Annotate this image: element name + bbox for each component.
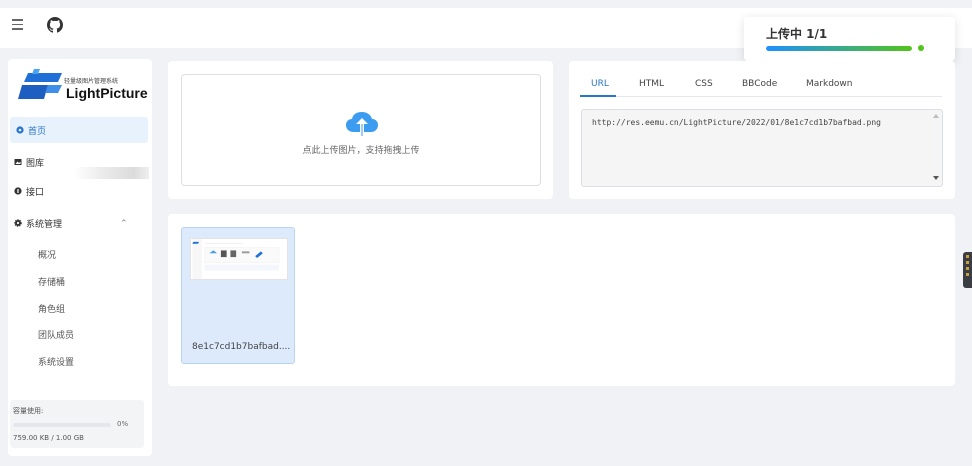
tab-markdown[interactable]: Markdown <box>806 79 852 89</box>
chevron-up-icon[interactable]: ⌃ <box>120 219 128 229</box>
api-icon <box>14 187 22 195</box>
scroll-up-arrow-icon[interactable] <box>933 114 939 118</box>
upload-success-dot <box>918 45 924 51</box>
logo-subtitle: 轻量级图片管理系统 <box>64 78 119 85</box>
sidebar-item-label: 系统管理 <box>26 219 63 230</box>
image-card-name: 8e1c7cd1b7bafbad.... <box>192 342 291 352</box>
storage-used: 759.00 KB / 1.00 GB <box>13 434 84 442</box>
github-icon[interactable] <box>47 17 63 33</box>
sidebar-item-label: 首页 <box>28 126 47 137</box>
sidebar-subitem-overview[interactable]: 概况 <box>38 248 56 261</box>
logo-name: LightPicture <box>66 85 148 101</box>
image-thumbnail <box>190 238 288 280</box>
sidebar-subitem-buckets[interactable]: 存储桶 <box>38 275 65 288</box>
image-icon <box>14 159 22 165</box>
side-panel-handle[interactable] <box>963 252 972 288</box>
sidebar: 轻量级图片管理系统 LightPicture 首页 图库 接口 系统管理 ⌃ 概… <box>8 59 152 456</box>
tab-css[interactable]: CSS <box>695 79 713 89</box>
upload-progress-title: 上传中 1/1 <box>766 27 828 41</box>
link-format-tabs: URL HTML CSS BBCode Markdown <box>580 79 942 97</box>
storage-usage: 容量使用: 0% 759.00 KB / 1.00 GB <box>10 400 144 448</box>
hamburger-icon[interactable] <box>12 19 23 30</box>
home-icon <box>16 126 24 134</box>
upload-progress-toast: 上传中 1/1 <box>744 17 955 61</box>
storage-progress-bar <box>13 423 111 427</box>
storage-percent: 0% <box>117 420 129 428</box>
sidebar-item-api[interactable]: 接口 <box>8 178 152 204</box>
sidebar-subitem-roles[interactable]: 角色组 <box>38 302 65 315</box>
gear-icon <box>14 219 22 227</box>
logo[interactable]: 轻量级图片管理系统 LightPicture <box>18 69 148 105</box>
sidebar-subitem-team-members[interactable]: 团队成员 <box>38 328 74 341</box>
uploaded-images-panel: 8e1c7cd1b7bafbad.... <box>168 214 955 386</box>
sidebar-subitem-system-settings[interactable]: 系统设置 <box>38 355 74 368</box>
upload-dropzone[interactable]: 点此上传图片，支持拖拽上传 <box>181 74 541 186</box>
scroll-down-arrow-icon[interactable] <box>933 176 939 180</box>
sidebar-item-home[interactable]: 首页 <box>10 117 148 143</box>
tab-bbcode[interactable]: BBCode <box>742 79 777 89</box>
upload-progress-bar <box>766 46 912 51</box>
link-output-textarea[interactable]: http://res.eemu.cn/LightPicture/2022/01/… <box>581 109 943 187</box>
sidebar-item-system-management[interactable]: 系统管理 <box>8 210 152 236</box>
upload-progress-fill <box>766 46 912 51</box>
sidebar-item-label: 接口 <box>26 187 45 198</box>
logo-mark-icon <box>18 69 62 99</box>
tab-html[interactable]: HTML <box>639 79 664 89</box>
link-panel: URL HTML CSS BBCode Markdown http://res.… <box>569 61 955 199</box>
active-tab-indicator <box>580 95 616 97</box>
sidebar-item-label: 图库 <box>26 158 45 169</box>
upload-hint: 点此上传图片，支持拖拽上传 <box>302 146 420 156</box>
storage-label: 容量使用: <box>13 407 44 415</box>
cloud-upload-icon <box>346 112 378 136</box>
link-output-value: http://res.eemu.cn/LightPicture/2022/01/… <box>592 118 881 127</box>
upload-panel: 点此上传图片，支持拖拽上传 <box>168 61 553 199</box>
tab-url[interactable]: URL <box>591 79 609 89</box>
image-card[interactable]: 8e1c7cd1b7bafbad.... <box>181 227 295 364</box>
